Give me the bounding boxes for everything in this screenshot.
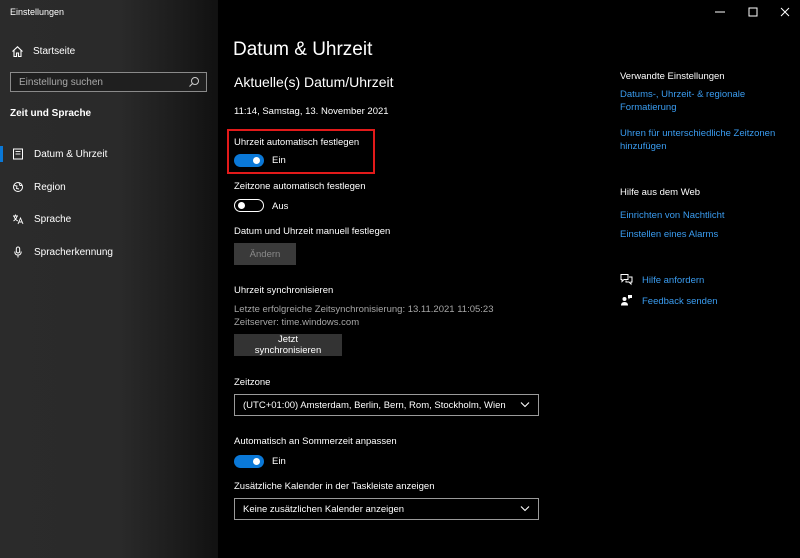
related-settings-heading: Verwandte Einstellungen (620, 71, 725, 82)
time-server-text: Zeitserver: time.windows.com (234, 317, 360, 328)
calendar-select[interactable]: Keine zusätzlichen Kalender anzeigen (234, 498, 539, 520)
sidebar-item-label: Region (34, 181, 66, 193)
sidebar-item-speech[interactable]: Spracherkennung (0, 241, 218, 263)
sidebar-item-label: Datum & Uhrzeit (34, 148, 108, 160)
alarm-link[interactable]: Einstellen eines Alarms (620, 229, 790, 242)
timezone-value: (UTC+01:00) Amsterdam, Berlin, Bern, Rom… (243, 399, 506, 411)
clock-icon (12, 148, 24, 160)
sync-now-button[interactable]: Jetzt synchronisieren (234, 334, 342, 356)
sidebar-item-datetime[interactable]: Datum & Uhrzeit (0, 143, 218, 165)
search-box[interactable] (10, 72, 207, 92)
sidebar: Einstellungen Startseite Zeit und Sprach… (0, 0, 218, 558)
auto-zone-toggle[interactable] (234, 199, 264, 212)
toggle-knob (253, 157, 260, 164)
home-label: Startseite (33, 45, 76, 57)
format-link[interactable]: Datums-, Uhrzeit- & regionale Formatieru… (620, 89, 790, 114)
section-heading: Zeit und Sprache (10, 108, 92, 119)
maximize-icon (748, 7, 758, 17)
home-nav-item[interactable]: Startseite (10, 43, 75, 59)
nightlight-link[interactable]: Einrichten von Nachtlicht (620, 210, 790, 223)
change-button[interactable]: Ändern (234, 243, 296, 265)
auto-time-toggle[interactable] (234, 154, 264, 167)
highlight-box (227, 129, 375, 174)
sync-heading: Uhrzeit synchronisieren (234, 285, 334, 296)
sidebar-item-language[interactable]: Sprache (0, 208, 218, 230)
close-icon (780, 7, 790, 17)
close-button[interactable] (778, 6, 792, 18)
dst-state: Ein (272, 456, 286, 467)
globe-icon (12, 181, 24, 193)
language-icon (12, 213, 24, 225)
page-title: Datum & Uhrzeit (233, 39, 373, 60)
timezone-select[interactable]: (UTC+01:00) Amsterdam, Berlin, Bern, Rom… (234, 394, 539, 416)
dst-label: Automatisch an Sommerzeit anpassen (234, 436, 397, 447)
timezone-label: Zeitzone (234, 377, 271, 388)
search-icon[interactable] (188, 76, 200, 88)
chevron-down-icon (520, 505, 530, 513)
help-icon (620, 273, 634, 287)
get-help-link[interactable]: Hilfe anfordern (642, 275, 800, 288)
app-title: Einstellungen (10, 7, 65, 17)
calendar-value: Keine zusätzlichen Kalender anzeigen (243, 503, 405, 515)
minimize-icon (715, 11, 725, 13)
feedback-icon (620, 294, 634, 308)
auto-zone-state: Aus (272, 201, 289, 212)
web-help-heading: Hilfe aus dem Web (620, 187, 701, 198)
auto-time-state: Ein (272, 155, 286, 166)
sidebar-item-label: Sprache (34, 213, 72, 225)
current-datetime-heading: Aktuelle(s) Datum/Uhrzeit (234, 74, 394, 90)
home-icon (10, 44, 24, 58)
sidebar-item-region[interactable]: Region (0, 176, 218, 198)
maximize-button[interactable] (746, 6, 760, 18)
auto-time-label: Uhrzeit automatisch festlegen (234, 137, 360, 148)
manual-label: Datum und Uhrzeit manuell festlegen (234, 226, 391, 237)
calendar-label: Zusätzliche Kalender in der Taskleiste a… (234, 481, 435, 492)
send-feedback-link[interactable]: Feedback senden (642, 296, 800, 309)
microphone-icon (12, 246, 24, 258)
chevron-down-icon (520, 401, 530, 409)
minimize-button[interactable] (713, 6, 727, 18)
toggle-knob (238, 202, 245, 209)
additional-clocks-link[interactable]: Uhren für unterschiedliche Zeitzonen hin… (620, 128, 790, 153)
last-sync-text: Letzte erfolgreiche Zeitsynchronisierung… (234, 304, 494, 315)
current-datetime: 11:14, Samstag, 13. November 2021 (234, 106, 389, 117)
auto-zone-label: Zeitzone automatisch festlegen (234, 181, 366, 192)
search-input[interactable] (19, 76, 188, 88)
dst-toggle[interactable] (234, 455, 264, 468)
sidebar-item-label: Spracherkennung (34, 246, 113, 258)
toggle-knob (253, 458, 260, 465)
